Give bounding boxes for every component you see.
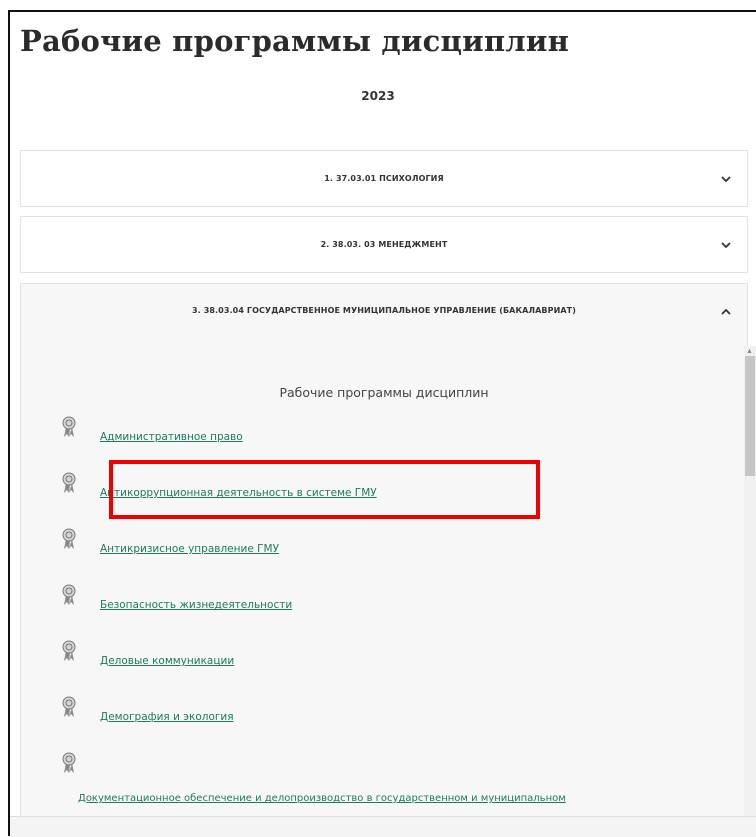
- discipline-link[interactable]: Антикризисное управление ГМУ: [100, 543, 279, 555]
- award-ribbon-icon: [61, 472, 77, 494]
- award-ribbon-icon: [61, 696, 77, 718]
- award-ribbon-icon: [61, 416, 77, 438]
- discipline-link[interactable]: Административное право: [100, 431, 243, 443]
- award-ribbon-icon: [61, 584, 77, 606]
- panel-title: 3. 38.03.04 ГОСУДАРСТВЕННОЕ МУНИЦИПАЛЬНО…: [192, 306, 576, 315]
- accordion-panel-psychology[interactable]: 1. 37.03.01 ПСИХОЛОГИЯ: [20, 150, 748, 207]
- award-ribbon-icon: [61, 640, 77, 662]
- chevron-up-icon[interactable]: [717, 302, 735, 320]
- highlight-box: [109, 460, 540, 519]
- vertical-scrollbar[interactable]: ▲: [744, 346, 756, 836]
- award-ribbon-icon: [61, 528, 77, 550]
- bottom-bar: [10, 816, 756, 837]
- scroll-up-arrow-icon[interactable]: ▲: [746, 348, 753, 355]
- discipline-link[interactable]: Документационное обеспечение и делопроиз…: [78, 793, 566, 804]
- panel-title: 1. 37.03.01 ПСИХОЛОГИЯ: [324, 174, 444, 183]
- scroll-thumb[interactable]: [745, 356, 755, 476]
- section-heading: Рабочие программы дисциплин: [279, 385, 489, 400]
- award-ribbon-icon: [61, 752, 77, 774]
- chevron-down-icon[interactable]: [717, 236, 735, 254]
- year-label: 2023: [361, 89, 395, 103]
- panel-title: 2. 38.03. 03 МЕНЕДЖМЕНТ: [320, 240, 448, 249]
- accordion-panel-management[interactable]: 2. 38.03. 03 МЕНЕДЖМЕНТ: [20, 216, 748, 273]
- discipline-link[interactable]: Безопасность жизнедеятельности: [100, 599, 292, 611]
- chevron-down-icon[interactable]: [717, 170, 735, 188]
- accordion-panel-gmu[interactable]: 3. 38.03.04 ГОСУДАРСТВЕННОЕ МУНИЦИПАЛЬНО…: [20, 283, 748, 836]
- page-title: Рабочие программы дисциплин: [20, 24, 570, 58]
- discipline-link[interactable]: Демография и экология: [100, 711, 234, 723]
- discipline-link[interactable]: Деловые коммуникации: [100, 655, 234, 667]
